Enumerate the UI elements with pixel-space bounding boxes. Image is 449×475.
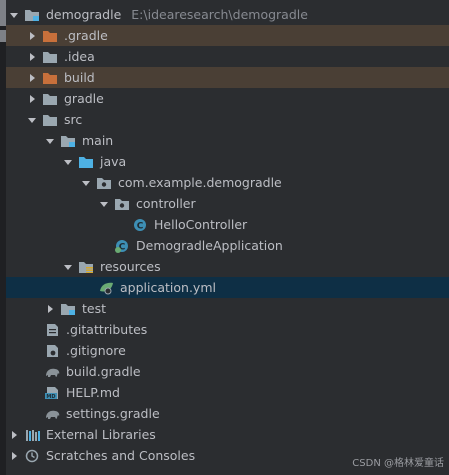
module-folder-icon xyxy=(60,134,77,148)
watermark: CSDN @格林爱童话 xyxy=(352,458,444,469)
tree-label: gradle xyxy=(64,91,104,106)
tree-label: application.yml xyxy=(120,280,216,295)
tree-label: Scratches and Consoles xyxy=(46,448,196,463)
tree-row[interactable]: .idea xyxy=(6,46,449,67)
tree-row[interactable]: settings.gradle xyxy=(6,403,449,424)
tree-label: test xyxy=(82,301,107,316)
chevron-right-icon[interactable] xyxy=(26,30,38,42)
tree-label: .idea xyxy=(64,49,95,64)
java-class-icon: C xyxy=(132,218,149,232)
tree-row[interactable]: build xyxy=(6,67,449,88)
tree-row[interactable]: resources xyxy=(6,256,449,277)
chevron-right-icon[interactable] xyxy=(8,450,20,462)
resources-root-icon xyxy=(78,260,95,274)
gradle-elephant-icon xyxy=(44,407,61,421)
tree-row[interactable]: C DemogradleApplication xyxy=(6,235,449,256)
chevron-down-icon[interactable] xyxy=(98,198,110,210)
tree-label: .gitignore xyxy=(66,343,126,358)
excluded-folder-icon xyxy=(42,29,59,43)
chevron-right-icon[interactable] xyxy=(26,51,38,63)
tree-row[interactable]: MD HELP.md xyxy=(6,382,449,403)
tree-label: .gradle xyxy=(64,28,108,43)
tree-row[interactable]: java xyxy=(6,151,449,172)
tree-label: resources xyxy=(100,259,161,274)
package-icon xyxy=(96,176,113,190)
tree-label: build.gradle xyxy=(66,364,141,379)
chevron-down-icon[interactable] xyxy=(26,114,38,126)
scratches-icon xyxy=(24,449,41,463)
source-root-icon xyxy=(78,155,95,169)
chevron-right-icon[interactable] xyxy=(26,72,38,84)
tree-label: .gitattributes xyxy=(66,322,148,337)
markdown-icon: MD xyxy=(44,386,61,400)
module-folder-icon xyxy=(60,302,77,316)
folder-icon xyxy=(42,113,59,127)
tree-row[interactable]: controller xyxy=(6,193,449,214)
tree-row-selected[interactable]: application.yml xyxy=(6,277,449,298)
tree-row[interactable]: main xyxy=(6,130,449,151)
folder-icon xyxy=(42,92,59,106)
tree-label: build xyxy=(64,70,95,85)
chevron-down-icon[interactable] xyxy=(62,156,74,168)
chevron-down-icon[interactable] xyxy=(80,177,92,189)
tree-row[interactable]: .gitattributes xyxy=(6,319,449,340)
tree-label: settings.gradle xyxy=(66,406,160,421)
svg-text:C: C xyxy=(137,221,144,231)
chevron-right-icon[interactable] xyxy=(26,93,38,105)
tree-row[interactable]: com.example.demogradle xyxy=(6,172,449,193)
tree-label: HelloController xyxy=(154,217,248,232)
git-file-icon xyxy=(44,323,61,337)
module-folder-icon xyxy=(24,8,41,22)
tree-label: demogradle xyxy=(46,7,122,22)
tree-row[interactable]: src xyxy=(6,109,449,130)
tree-label: controller xyxy=(136,196,196,211)
project-path: E:\idearesearch\demogradle xyxy=(131,7,308,22)
gradle-elephant-icon xyxy=(44,365,61,379)
tree-row[interactable]: External Libraries xyxy=(6,424,449,445)
tree-label: DemogradleApplication xyxy=(136,238,283,253)
tree-row[interactable]: test xyxy=(6,298,449,319)
svg-text:MD: MD xyxy=(46,394,55,400)
tree-label: com.example.demogradle xyxy=(118,175,282,190)
chevron-down-icon[interactable] xyxy=(44,135,56,147)
tree-row[interactable]: .gitignore xyxy=(6,340,449,361)
folder-icon xyxy=(42,50,59,64)
libraries-icon xyxy=(24,428,41,442)
tree-row[interactable]: gradle xyxy=(6,88,449,109)
git-file-icon xyxy=(44,344,61,358)
project-tree: demogradle E:\idearesearch\demogradle .g… xyxy=(6,0,449,475)
package-icon xyxy=(114,197,131,211)
tree-label: java xyxy=(100,154,127,169)
chevron-down-icon[interactable] xyxy=(62,261,74,273)
spring-boot-application-icon: C xyxy=(114,239,131,253)
tree-label: External Libraries xyxy=(46,427,156,442)
chevron-down-icon[interactable] xyxy=(8,9,20,21)
tree-row[interactable]: .gradle xyxy=(6,25,449,46)
tree-row-root[interactable]: demogradle E:\idearesearch\demogradle xyxy=(6,4,449,25)
tree-row[interactable]: build.gradle xyxy=(6,361,449,382)
tree-label: main xyxy=(82,133,114,148)
excluded-folder-icon xyxy=(42,71,59,85)
chevron-right-icon[interactable] xyxy=(8,429,20,441)
spring-config-file-icon xyxy=(98,281,115,295)
chevron-right-icon[interactable] xyxy=(44,303,56,315)
tree-label: HELP.md xyxy=(66,385,120,400)
tree-label: src xyxy=(64,112,83,127)
tree-row[interactable]: C HelloController xyxy=(6,214,449,235)
